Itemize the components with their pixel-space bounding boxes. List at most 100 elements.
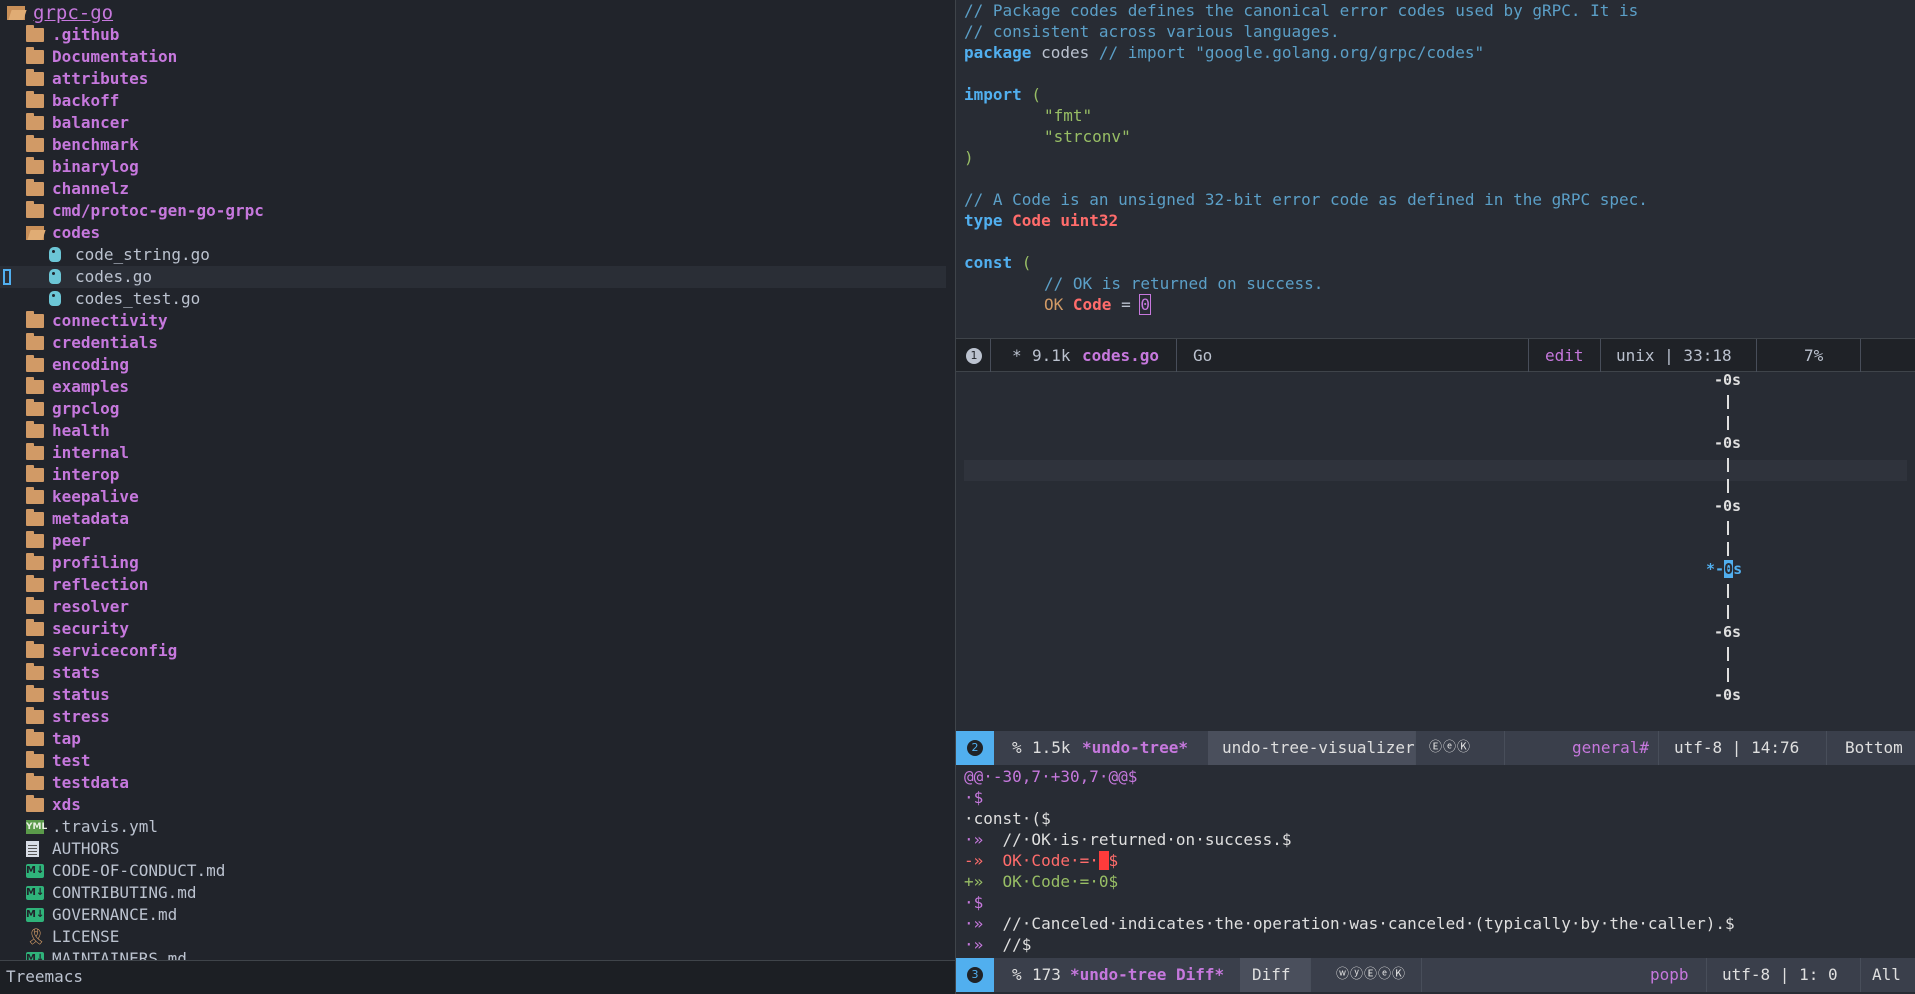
tree-dir-row[interactable]: examples — [0, 376, 946, 398]
window-number-badge[interactable]: 3 — [967, 967, 983, 983]
paren-token: ( — [1012, 253, 1032, 272]
undo-node[interactable]: -0s — [1714, 433, 1741, 453]
tree-dir-row[interactable]: connectivity — [0, 310, 946, 332]
tree-dir-row[interactable]: stress — [0, 706, 946, 728]
tree-dir-row[interactable]: health — [0, 420, 946, 442]
buffer-name[interactable]: *undo-tree Diff* — [1070, 958, 1224, 992]
tree-dir-row[interactable]: benchmark — [0, 134, 946, 156]
tree-file-row[interactable]: M↓ GOVERNANCE.md — [0, 904, 946, 926]
tree-dir-row[interactable]: credentials — [0, 332, 946, 354]
tree-dir-row[interactable]: interop — [0, 464, 946, 486]
tree-dir-row[interactable]: backoff — [0, 90, 946, 112]
tree-dir-row[interactable]: grpclog — [0, 398, 946, 420]
tree-dir-row[interactable]: Documentation — [0, 46, 946, 68]
tree-file-row[interactable]: YML .travis.yml — [0, 816, 946, 838]
folder-icon — [26, 751, 44, 768]
folder-icon — [26, 641, 44, 658]
diff-context-text: //·OK·is·returned·on·success.$ — [983, 830, 1292, 849]
tree-item-label: test — [52, 751, 91, 770]
workspace-name[interactable]: general# — [1572, 731, 1649, 765]
tree-dir-row[interactable]: status — [0, 684, 946, 706]
tree-dir-row[interactable]: .github — [0, 24, 946, 46]
diff-added-line: +» OK·Code·=·0$ — [964, 871, 1118, 892]
tree-file-row[interactable]: M↓ CODE-OF-CONDUCT.md — [0, 860, 946, 882]
undo-node[interactable]: -0s — [1714, 372, 1741, 390]
tree-dir-row[interactable]: balancer — [0, 112, 946, 134]
buffer-name[interactable]: *undo-tree* — [1082, 731, 1188, 765]
buffer-size: 1.5k — [1032, 738, 1071, 757]
tree-dir-row[interactable]: keepalive — [0, 486, 946, 508]
workspace-name[interactable]: popb — [1650, 958, 1689, 992]
tree-item-label: benchmark — [52, 135, 139, 154]
undo-node-suffix: s — [1733, 560, 1743, 578]
modeline-separator — [1415, 731, 1416, 765]
folder-icon — [26, 553, 44, 570]
code-editor-pane[interactable]: // Package codes defines the canonical e… — [956, 0, 1915, 338]
modeline-separator — [1310, 958, 1311, 992]
tree-dir-row[interactable]: encoding — [0, 354, 946, 376]
modeline-separator — [1860, 958, 1861, 992]
tree-file-row[interactable]: codes_test.go — [0, 288, 946, 310]
tree-dir-row[interactable]: serviceconfig — [0, 640, 946, 662]
window-number-badge[interactable]: 2 — [967, 740, 983, 756]
undo-node-current[interactable]: *-0s — [1706, 559, 1742, 579]
tree-item-label: metadata — [52, 509, 130, 528]
folder-icon — [26, 333, 44, 350]
modeline-separator — [1600, 339, 1601, 373]
tree-dir-row[interactable]: resolver — [0, 596, 946, 618]
tree-file-row[interactable]: codes.go — [0, 266, 946, 288]
tree-item-label: serviceconfig — [52, 641, 178, 660]
tree-dir-row[interactable]: reflection — [0, 574, 946, 596]
undo-tree-edge — [1727, 668, 1729, 682]
major-mode[interactable]: Diff — [1252, 958, 1291, 992]
window-number-badge[interactable]: 1 — [966, 348, 982, 364]
buffer-size: 9.1k — [1032, 346, 1071, 365]
tree-dir-row[interactable]: cmd/protoc-gen-go-grpc — [0, 200, 946, 222]
diff-context-text: //$ — [983, 935, 1032, 954]
tree-dir-row[interactable]: xds — [0, 794, 946, 816]
encoding-and-position: utf-8 | 14:76 — [1674, 738, 1800, 757]
folder-icon — [26, 795, 44, 812]
removed-marker: -» — [964, 851, 984, 870]
tree-file-row[interactable]: M↓ CONTRIBUTING.md — [0, 882, 946, 904]
tree-item-label: balancer — [52, 113, 130, 132]
buffer-name[interactable]: codes.go — [1082, 339, 1159, 373]
code-line: // consistent across various languages. — [964, 22, 1340, 41]
tree-dir-row[interactable]: test — [0, 750, 946, 772]
tree-file-row[interactable]: AUTHORS — [0, 838, 946, 860]
tree-root-row[interactable]: grpc-go — [0, 2, 946, 24]
removed-char-highlight: · — [1098, 851, 1109, 870]
folder-icon — [26, 355, 44, 372]
type-token: Code — [1063, 295, 1112, 314]
undo-node[interactable]: -0s — [1714, 685, 1741, 705]
tree-dir-row[interactable]: security — [0, 618, 946, 640]
tree-item-label: examples — [52, 377, 130, 396]
tree-dir-row[interactable]: testdata — [0, 772, 946, 794]
buffer-percent: 7% — [1804, 346, 1824, 365]
tree-dir-row[interactable]: metadata — [0, 508, 946, 530]
tree-dir-row[interactable]: profiling — [0, 552, 946, 574]
code-line: "strconv" — [1044, 127, 1131, 146]
modeline-separator — [1528, 339, 1529, 373]
major-mode[interactable]: Go — [1193, 339, 1212, 373]
tree-file-row[interactable]: 🎗 LICENSE — [0, 926, 946, 948]
tree-dir-row[interactable]: tap — [0, 728, 946, 750]
undo-node[interactable]: -6s — [1714, 622, 1741, 642]
tree-dir-row[interactable]: codes — [0, 222, 946, 244]
undo-tree-pane[interactable]: -0s -0s -0s *-0s -6s -0s — [956, 372, 1915, 731]
undo-tree-diff-pane[interactable]: @@·-30,7·+30,7·@@$ ·$ ·const·($ ·» //·OK… — [956, 765, 1915, 958]
tree-item-label: codes_test.go — [75, 289, 201, 308]
tree-dir-row[interactable]: stats — [0, 662, 946, 684]
tree-file-row[interactable]: code_string.go — [0, 244, 946, 266]
major-mode[interactable]: undo-tree-visualizer — [1222, 731, 1415, 765]
tree-dir-row[interactable]: binarylog — [0, 156, 946, 178]
evil-state: edit — [1545, 346, 1584, 365]
tree-dir-row[interactable]: peer — [0, 530, 946, 552]
go-file-icon — [49, 247, 61, 262]
treemacs-sidebar: grpc-go .github Documentation attributes bac… — [0, 0, 955, 994]
tree-dir-row[interactable]: attributes — [0, 68, 946, 90]
tree-file-row[interactable]: M↓ MAINTAINERS.md — [0, 948, 946, 960]
tree-dir-row[interactable]: internal — [0, 442, 946, 464]
tree-dir-row[interactable]: channelz — [0, 178, 946, 200]
undo-node[interactable]: -0s — [1714, 496, 1741, 516]
